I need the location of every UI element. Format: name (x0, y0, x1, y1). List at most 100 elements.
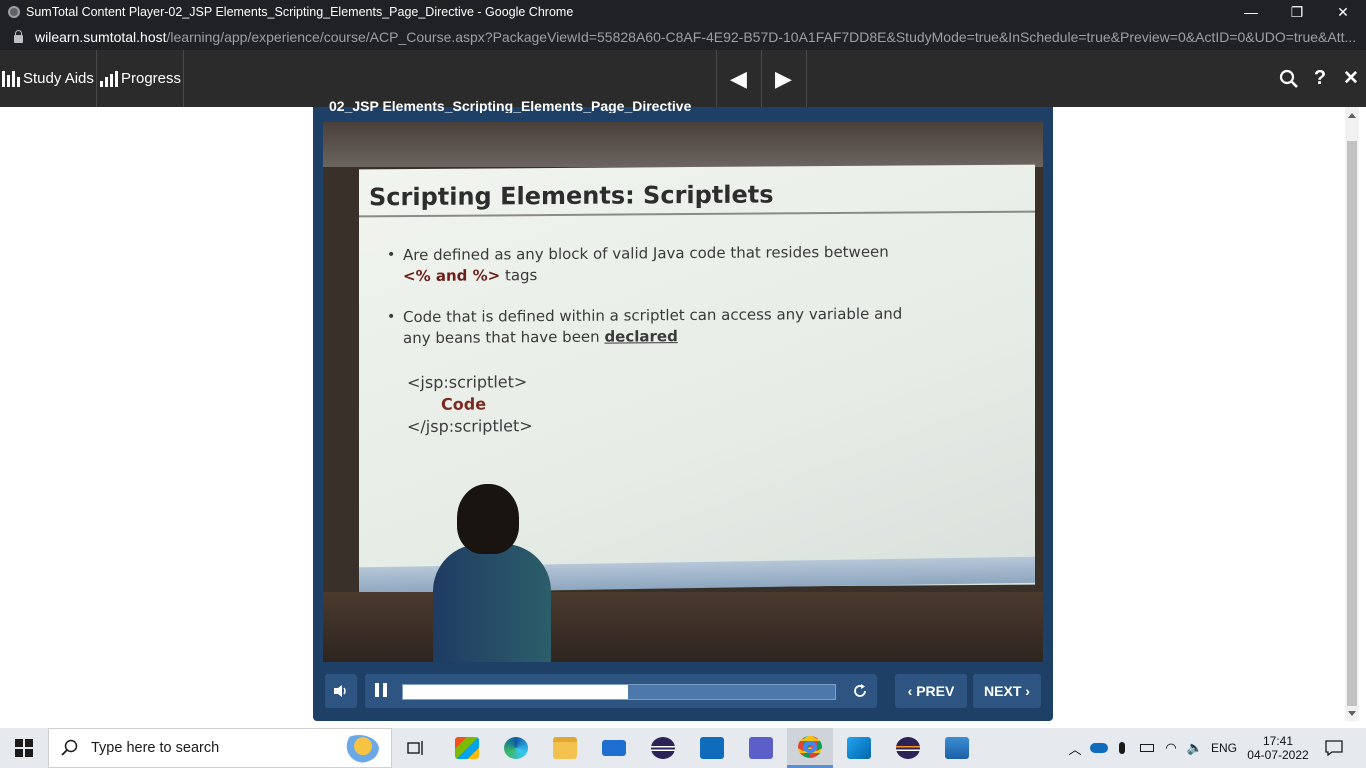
battery-button[interactable] (1136, 728, 1158, 768)
slide-code-open: <jsp:scriptlet> (407, 372, 528, 393)
eclipse-button[interactable] (647, 728, 679, 768)
volume-button[interactable] (325, 674, 357, 708)
content-player: 02_JSP Elements_Scripting_Elements_Page_… (313, 99, 1053, 721)
eclipse-button-2[interactable] (892, 728, 924, 768)
eclipse-icon (896, 737, 920, 759)
classroom-floor (323, 592, 1043, 662)
study-aids-label: Study Aids (23, 70, 94, 87)
speaker-icon (334, 685, 346, 697)
mail-icon (602, 740, 626, 756)
sumtotal-favicon-icon (8, 6, 20, 18)
chrome-button[interactable] (787, 728, 833, 768)
task-view-icon (407, 741, 423, 755)
help-button[interactable]: ? (1306, 50, 1334, 107)
slide-bullet: Are defined as any block of valid Java c… (403, 241, 1003, 287)
slide-emphasis-text: declared (604, 327, 678, 346)
page-scrollbar[interactable] (1345, 107, 1359, 721)
close-icon: ✕ (1343, 68, 1359, 89)
presenter (433, 484, 551, 662)
folder-icon (553, 737, 577, 759)
speaker-icon: 🔈 (1186, 740, 1204, 755)
toolbar-divider (806, 50, 807, 107)
slide-title: Scripting Elements: Scriptlets (369, 180, 774, 212)
volume-tray-button[interactable]: 🔈 (1184, 728, 1206, 768)
cloud-icon (1090, 743, 1108, 753)
microsoft-store-button[interactable] (451, 728, 483, 768)
chrome-icon (798, 735, 822, 758)
presenter-head (457, 484, 519, 554)
chevron-up-icon: ︿ (1068, 741, 1082, 757)
toolbar-divider (183, 50, 184, 107)
taskbar-search-placeholder: Type here to search (91, 740, 220, 756)
onedrive-button[interactable] (1088, 728, 1110, 768)
clock[interactable]: 17:41 04-07-2022 (1242, 728, 1314, 768)
slide-code-body: Code (441, 394, 487, 414)
study-aids-button[interactable]: Study Aids (2, 50, 94, 107)
slide-bullet-text: tags (500, 266, 538, 285)
teams-button[interactable] (745, 728, 777, 768)
replay-icon (854, 684, 866, 697)
seek-slider-fill (403, 685, 628, 699)
previous-page-button[interactable]: ◀ (716, 50, 761, 107)
progress-button[interactable]: Progress (100, 50, 181, 107)
video-frame[interactable]: Scripting Elements: Scriptlets Are defin… (323, 122, 1043, 662)
progress-label: Progress (121, 70, 182, 87)
slide-bullet-text: Code that is defined within a scriptlet … (403, 304, 903, 327)
lock-icon[interactable] (14, 30, 23, 43)
presenter-body (433, 544, 551, 662)
study-aids-icon (2, 70, 20, 87)
notifications-button[interactable] (1318, 728, 1350, 768)
outlook-icon (700, 737, 724, 759)
search-button[interactable] (1274, 50, 1304, 107)
battery-icon (1140, 744, 1154, 752)
prev-button[interactable]: ‹ PREV (895, 674, 967, 708)
show-hidden-icons-button[interactable]: ︿ (1064, 728, 1086, 768)
task-view-button[interactable] (400, 728, 432, 768)
slide-code-tags: <% and %> (403, 266, 501, 286)
url-path: /learning/app/experience/course/ACP_Cour… (166, 29, 1357, 45)
pause-button[interactable] (375, 683, 391, 699)
scroll-up-arrow-icon[interactable] (1348, 113, 1356, 118)
microphone-button[interactable] (1112, 728, 1132, 768)
projector-screen-top (323, 122, 1043, 167)
edge-button[interactable] (500, 728, 532, 768)
photos-button[interactable] (941, 728, 973, 768)
replay-button[interactable] (849, 680, 871, 702)
toolbar-divider (96, 50, 97, 107)
outlook-button[interactable] (696, 728, 728, 768)
clock-time: 17:41 (1262, 734, 1294, 748)
help-icon: ? (1313, 67, 1327, 89)
address-bar[interactable]: wilearn.sumtotal.host/learning/app/exper… (0, 24, 1366, 50)
file-explorer-button[interactable] (549, 728, 581, 768)
language-indicator[interactable]: ENG (1208, 728, 1240, 768)
vscode-icon (847, 737, 871, 759)
taskbar-search[interactable]: Type here to search (48, 728, 392, 768)
next-page-button[interactable]: ▶ (761, 50, 806, 107)
scrollbar-thumb[interactable] (1347, 141, 1357, 706)
seek-slider[interactable] (402, 684, 836, 700)
url-host: wilearn.sumtotal.host (35, 29, 167, 45)
close-player-button[interactable]: ✕ (1337, 50, 1365, 107)
network-button[interactable]: ◠ (1160, 728, 1182, 768)
next-button[interactable]: NEXT › (973, 674, 1041, 708)
player-controls: ‹ PREV NEXT › (323, 674, 1043, 710)
search-icon (61, 739, 78, 756)
browser-title-bar: SumTotal Content Player-02_JSP Elements_… (0, 0, 1366, 24)
playback-bar (365, 674, 877, 708)
teams-icon (749, 737, 773, 759)
photos-icon (945, 737, 969, 759)
notification-icon (1325, 740, 1343, 756)
module-title: 02_JSP Elements_Scripting_Elements_Page_… (329, 99, 692, 113)
close-window-button[interactable]: ✕ (1320, 0, 1366, 24)
restore-button[interactable]: ❐ (1274, 0, 1320, 24)
pause-icon (383, 683, 387, 697)
slide-title-rule (359, 210, 1035, 218)
slide-bullet: Code that is defined within a scriptlet … (403, 303, 1003, 349)
start-button[interactable] (0, 728, 48, 768)
scroll-down-arrow-icon[interactable] (1348, 711, 1356, 716)
minimize-button[interactable]: — (1228, 0, 1274, 24)
wifi-icon: ◠ (1165, 740, 1177, 755)
mail-button[interactable] (598, 728, 630, 768)
vscode-button[interactable] (843, 728, 875, 768)
clock-date: 04-07-2022 (1247, 748, 1309, 762)
